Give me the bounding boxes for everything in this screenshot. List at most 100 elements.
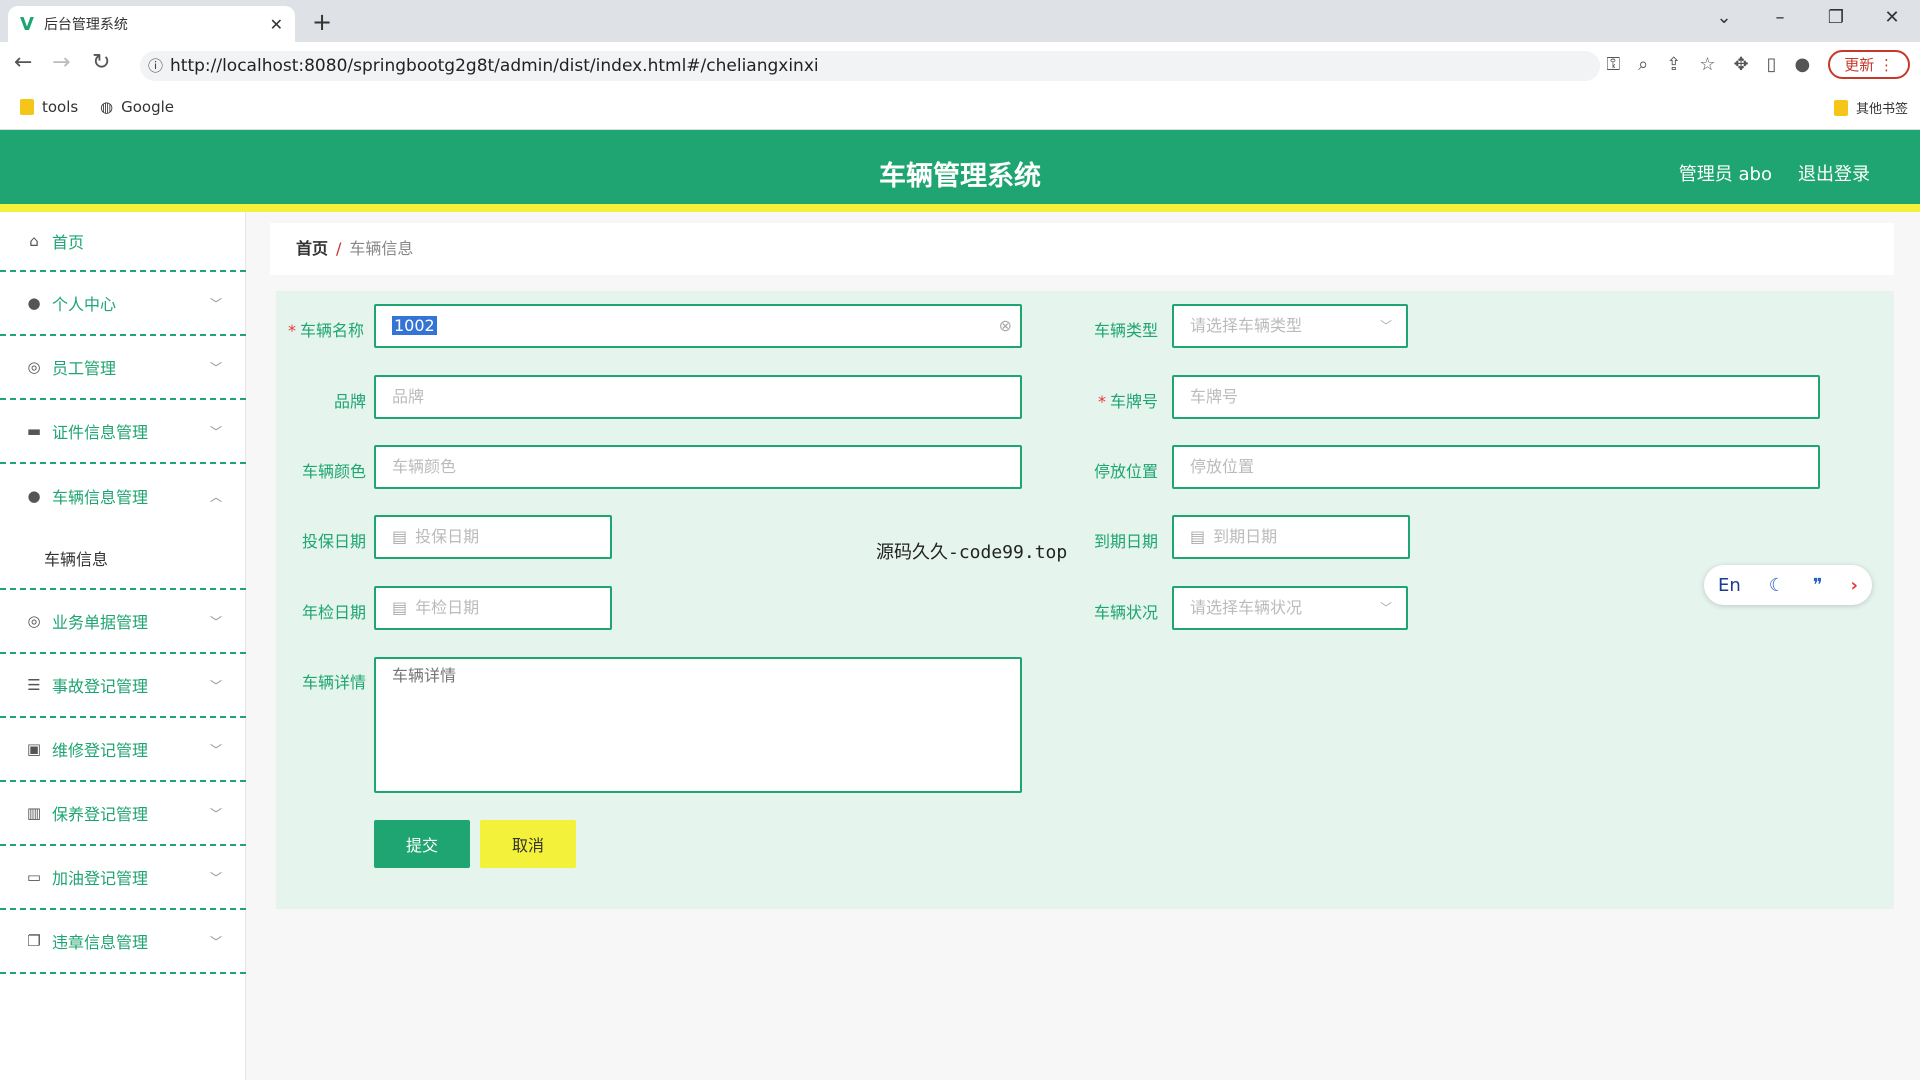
other-bookmarks[interactable]: 其他书签 — [1833, 98, 1908, 117]
chevron-down-icon: ﹀ — [209, 360, 222, 375]
plate-input[interactable]: 车牌号 — [1172, 375, 1820, 419]
clear-icon[interactable]: ⊗ — [999, 306, 1012, 346]
sidebar-item-accident[interactable]: ☰ 事故登记管理 ﹀ — [0, 654, 246, 718]
chevron-down-icon: ﹀ — [209, 742, 222, 757]
vehicle-type-select[interactable]: 请选择车辆类型 ﹀ — [1172, 304, 1408, 348]
close-window-icon[interactable]: ✕ — [1864, 0, 1920, 36]
brand-label: 品牌 — [333, 392, 366, 411]
language-toggle[interactable]: En — [1718, 575, 1741, 596]
forward-icon[interactable]: → — [52, 50, 70, 75]
location-label: 停放位置 — [1093, 462, 1158, 481]
restore-icon[interactable]: ❐ — [1808, 0, 1864, 36]
tab-title: 后台管理系统 — [43, 17, 128, 33]
quote-icon[interactable]: ❞ — [1813, 575, 1823, 596]
sidebar-item-violation[interactable]: ❐ 违章信息管理 ﹀ — [0, 910, 246, 974]
color-label: 车辆颜色 — [301, 462, 366, 481]
star-icon[interactable]: ☆ — [1699, 54, 1715, 75]
card-icon: ▬ — [26, 422, 42, 440]
chevron-down-icon: ﹀ — [209, 296, 222, 311]
side-panel-icon[interactable]: ▯ — [1767, 54, 1777, 75]
calendar-icon: ▤ — [392, 598, 408, 617]
sidebar-item-staff[interactable]: ◎ 员工管理 ﹀ — [0, 336, 246, 400]
plate-label: * 车牌号 — [1097, 392, 1158, 411]
reload-icon[interactable]: ↻ — [92, 50, 110, 75]
breadcrumb: 首页 / 车辆信息 — [270, 223, 1894, 275]
sliders-icon: ☰ — [27, 676, 41, 694]
cancel-button[interactable]: 取消 — [480, 820, 576, 868]
status-select[interactable]: 请选择车辆状况 ﹀ — [1172, 586, 1408, 630]
share-icon[interactable]: ⇪ — [1666, 54, 1681, 75]
close-tab-icon[interactable]: ✕ — [270, 15, 283, 34]
new-tab-icon[interactable]: + — [312, 8, 332, 36]
chevron-down-icon: ﹀ — [209, 934, 222, 949]
bookmark-tools[interactable]: tools — [20, 98, 78, 116]
detail-textarea[interactable] — [374, 657, 1022, 793]
compass-icon: ◎ — [27, 612, 41, 630]
zoom-icon[interactable]: ⌕ — [1638, 54, 1648, 75]
tab-search-icon[interactable]: ⌄ — [1696, 0, 1752, 36]
browser-tab[interactable]: V 后台管理系统 ✕ — [8, 6, 295, 42]
site-info-icon[interactable]: ⓘ — [148, 51, 163, 81]
sidebar-item-vehicle[interactable]: ● 车辆信息管理 ︿ — [0, 464, 246, 528]
sidebar-item-profile[interactable]: ● 个人中心 ﹀ — [0, 272, 246, 336]
calendar-icon: ▤ — [1190, 527, 1206, 546]
vehicle-name-input[interactable]: 1002 ⊗ — [374, 304, 1022, 348]
vehicle-type-label: 车辆类型 — [1093, 321, 1158, 340]
bar-chart-icon: ▥ — [26, 804, 42, 822]
extensions-icon[interactable]: ✥ — [1733, 54, 1748, 75]
expire-date-picker[interactable]: ▤ 到期日期 — [1172, 515, 1410, 559]
chevron-down-icon: ﹀ — [209, 870, 222, 885]
window-controls: ⌄ – ❐ ✕ — [1696, 0, 1920, 36]
chevron-down-icon: ﹀ — [209, 678, 222, 693]
copy-icon: ❐ — [27, 932, 41, 950]
floating-toolbar: En ☾ ❞ › — [1704, 565, 1872, 605]
brand-input[interactable]: 品牌 — [374, 375, 1022, 419]
chevron-down-icon: ﹀ — [209, 424, 222, 439]
color-input[interactable]: 车辆颜色 — [374, 445, 1022, 489]
submit-button[interactable]: 提交 — [374, 820, 470, 868]
chevron-down-icon: ﹀ — [1379, 319, 1392, 333]
compass-icon: ◎ — [27, 358, 41, 376]
sidebar-item-maintenance[interactable]: ▥ 保养登记管理 ﹀ — [0, 782, 246, 846]
address-bar-row: ← → ↻ ⓘ http://localhost:8080/springboot… — [0, 42, 1920, 88]
chat-icon: ▭ — [26, 868, 42, 886]
sidebar: ⌂ 首页 ● 个人中心 ﹀ ◎ 员工管理 ﹀ ▬ 证件信息管理 ﹀ ● 车辆信息… — [0, 212, 246, 1080]
inspect-date-picker[interactable]: ▤ 年检日期 — [374, 586, 612, 630]
breadcrumb-home[interactable]: 首页 — [296, 239, 328, 258]
overlay-text: 源码久久-code99.top — [876, 542, 1068, 563]
toolbar-icons: ⚿ ⌕ ⇪ ☆ ✥ ▯ ● 更新 ⋮ — [1606, 50, 1910, 79]
key-icon[interactable]: ⚿ — [1606, 54, 1620, 75]
folder-icon — [1833, 99, 1848, 116]
chevron-right-icon[interactable]: › — [1851, 575, 1858, 596]
location-input[interactable]: 停放位置 — [1172, 445, 1820, 489]
insure-date-label: 投保日期 — [301, 532, 366, 551]
sidebar-item-repair[interactable]: ▣ 维修登记管理 ﹀ — [0, 718, 246, 782]
update-button[interactable]: 更新 ⋮ — [1828, 50, 1910, 79]
app-header: 车辆管理系统 管理员 abo 退出登录 — [0, 130, 1920, 212]
back-icon[interactable]: ← — [14, 50, 32, 75]
chevron-down-icon: ﹀ — [209, 614, 222, 629]
inspect-date-label: 年检日期 — [301, 603, 366, 622]
user-icon: ● — [27, 294, 41, 312]
bookmark-google[interactable]: ◍ Google — [100, 98, 174, 116]
bookmarks-bar: tools ◍ Google 其他书签 — [0, 88, 1920, 130]
sidebar-item-license[interactable]: ▬ 证件信息管理 ﹀ — [0, 400, 246, 464]
moon-icon[interactable]: ☾ — [1769, 575, 1785, 596]
home-icon: ⌂ — [29, 232, 39, 250]
sidebar-item-home[interactable]: ⌂ 首页 — [0, 212, 246, 272]
url-input[interactable]: ⓘ http://localhost:8080/springbootg2g8t/… — [140, 51, 1600, 81]
chevron-up-icon: ︿ — [209, 489, 222, 504]
breadcrumb-current: 车辆信息 — [349, 239, 414, 258]
breadcrumb-separator: / — [336, 239, 342, 258]
header-stripe — [0, 204, 1920, 212]
profile-icon[interactable]: ● — [1794, 54, 1810, 75]
expire-date-label: 到期日期 — [1093, 532, 1158, 551]
sidebar-item-fuel[interactable]: ▭ 加油登记管理 ﹀ — [0, 846, 246, 910]
sidebar-item-business[interactable]: ◎ 业务单据管理 ﹀ — [0, 590, 246, 654]
chevron-down-icon: ﹀ — [1379, 601, 1392, 615]
vehicle-name-label: * 车辆名称 — [287, 321, 364, 340]
logout-link[interactable]: 退出登录 — [1798, 160, 1870, 186]
insure-date-picker[interactable]: ▤ 投保日期 — [374, 515, 612, 559]
minimize-icon[interactable]: – — [1752, 0, 1808, 36]
sidebar-subitem-vehicle-info[interactable]: 车辆信息 — [0, 530, 246, 590]
